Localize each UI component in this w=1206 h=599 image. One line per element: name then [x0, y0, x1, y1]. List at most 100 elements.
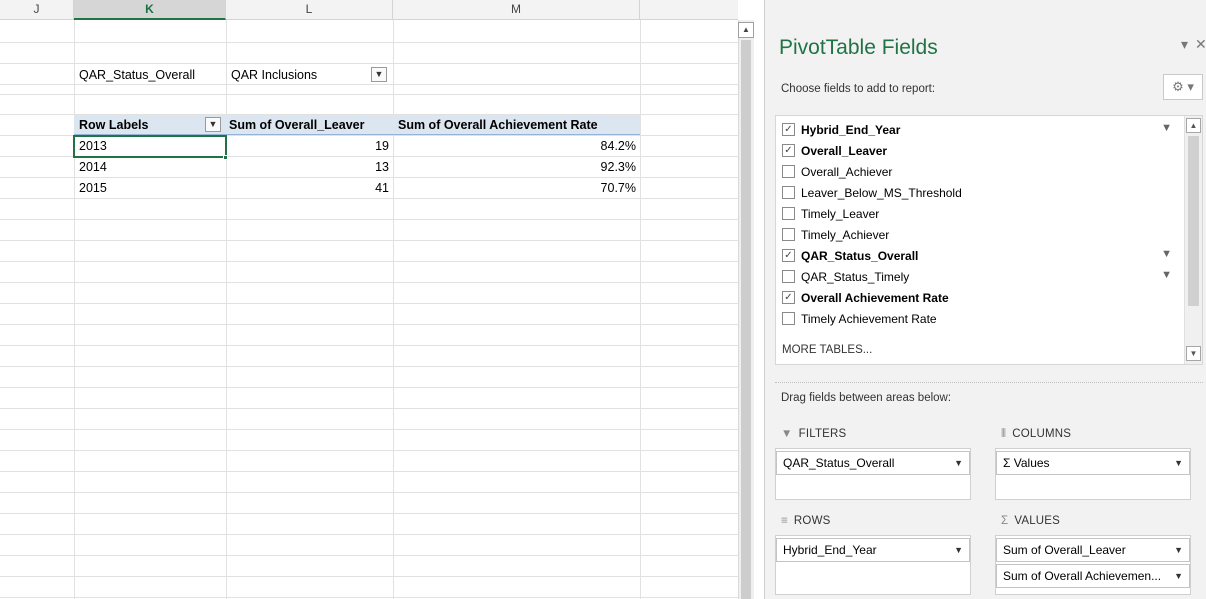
gridline — [0, 240, 738, 241]
gridline — [0, 366, 738, 367]
field-item[interactable]: Timely_Leaver — [782, 204, 879, 224]
field-item[interactable]: ✓ QAR_Status_Overall — [782, 246, 918, 266]
pivot-cell-leaver[interactable]: 41 — [226, 179, 393, 198]
scroll-up-icon[interactable]: ▲ — [738, 22, 754, 38]
columns-area-item[interactable]: Σ Values ▼ — [996, 451, 1190, 475]
filter-icon: ▼ — [1161, 269, 1172, 281]
dropdown-arrow-icon[interactable]: ▼ — [954, 452, 963, 474]
pivot-cell-rate[interactable]: 92.3% — [393, 158, 640, 177]
filters-area[interactable]: QAR_Status_Overall ▼ — [775, 448, 971, 500]
field-list-scrollbar[interactable]: ▲ ▼ — [1184, 116, 1202, 364]
values-area-item[interactable]: Sum of Overall Achievemen... ▼ — [996, 564, 1190, 588]
pivot-filter-field[interactable]: QAR_Status_Overall — [74, 66, 226, 85]
gridline — [0, 345, 738, 346]
values-area-item[interactable]: Sum of Overall_Leaver ▼ — [996, 538, 1190, 562]
pivot-cell-leaver[interactable]: 13 — [226, 158, 393, 177]
gridline — [0, 450, 738, 451]
scroll-down-icon[interactable]: ▼ — [1186, 346, 1201, 361]
pane-options-chevron-icon[interactable]: ▾ — [1181, 36, 1188, 53]
field-list-scroll-thumb[interactable] — [1188, 136, 1199, 306]
close-icon[interactable]: ✕ — [1195, 36, 1206, 53]
pivot-cell-rate[interactable]: 84.2% — [393, 137, 640, 156]
dropdown-arrow-icon[interactable]: ▼ — [1174, 539, 1183, 561]
column-header-j[interactable]: J — [0, 0, 74, 20]
gridline — [0, 261, 738, 262]
field-label: Hybrid_End_Year — [801, 123, 901, 137]
gridline — [0, 94, 738, 95]
columns-area[interactable]: Σ Values ▼ — [995, 448, 1191, 500]
field-label: Overall Achievement Rate — [801, 291, 949, 305]
scroll-up-icon[interactable]: ▲ — [1186, 118, 1201, 133]
spreadsheet-grid[interactable]: J K L M QAR_Status_Overall QAR Inclusion… — [0, 0, 738, 599]
checkbox-icon[interactable] — [782, 207, 795, 221]
rows-area-item[interactable]: Hybrid_End_Year ▼ — [776, 538, 970, 562]
pivot-fields-pane: PivotTable Fields ▾ ✕ Choose fields to a… — [764, 0, 1206, 599]
field-label: QAR_Status_Overall — [801, 249, 919, 263]
pane-title: PivotTable Fields — [779, 36, 938, 59]
pivot-filter-dropdown-icon[interactable]: ▼ — [371, 67, 387, 82]
pivot-col-header-rate[interactable]: Sum of Overall Achievement Rate — [398, 116, 638, 135]
checkbox-icon[interactable] — [782, 228, 795, 242]
checkbox-icon[interactable] — [782, 312, 795, 326]
field-label: QAR_Status_Timely — [801, 270, 910, 284]
gridline — [0, 63, 738, 64]
row-labels-filter-icon[interactable]: ▼ — [205, 117, 221, 132]
checkbox-checked-icon[interactable]: ✓ — [782, 291, 795, 305]
gridline — [0, 429, 738, 430]
fill-handle[interactable] — [223, 155, 228, 160]
drag-instructions: Drag fields between areas below: — [781, 392, 952, 404]
pivot-row-labels-header[interactable]: Row Labels — [74, 116, 204, 135]
field-item[interactable]: ✓ Hybrid_End_Year — [782, 120, 900, 140]
column-header-m[interactable]: M — [393, 0, 640, 20]
column-header-n[interactable] — [640, 0, 738, 20]
field-item[interactable]: Overall_Achiever — [782, 162, 892, 182]
field-item[interactable]: Timely_Achiever — [782, 225, 889, 245]
checkbox-checked-icon[interactable]: ✓ — [782, 123, 795, 137]
pivot-filter-value[interactable]: QAR Inclusions — [226, 66, 366, 85]
dropdown-arrow-icon[interactable]: ▼ — [954, 539, 963, 561]
checkbox-icon[interactable] — [782, 165, 795, 179]
gridline — [0, 576, 738, 577]
gridline — [0, 324, 738, 325]
gridline — [0, 198, 738, 199]
filter-icon: ▼ — [1161, 248, 1172, 260]
values-area-title: Σ VALUES — [1001, 515, 1061, 527]
rows-area[interactable]: Hybrid_End_Year ▼ — [775, 535, 971, 595]
field-item[interactable]: QAR_Status_Timely — [782, 267, 909, 287]
gridline — [0, 492, 738, 493]
gear-icon[interactable]: ⚙ ▾ — [1163, 74, 1203, 100]
pivot-cell-rate[interactable]: 70.7% — [393, 179, 640, 198]
filters-area-item[interactable]: QAR_Status_Overall ▼ — [776, 451, 970, 475]
columns-area-title: ⦀ COLUMNS — [1001, 428, 1072, 440]
field-list[interactable]: ✓ Hybrid_End_Year ▼ ✓ Overall_Leaver Overall_… — [775, 115, 1203, 365]
column-header-l[interactable]: L — [226, 0, 393, 20]
filters-area-title: ▼ FILTERS — [781, 428, 847, 440]
field-item[interactable]: ✓ Overall Achievement Rate — [782, 288, 949, 308]
divider — [775, 382, 1203, 383]
checkbox-icon[interactable] — [782, 186, 795, 200]
field-item[interactable]: Timely Achievement Rate — [782, 309, 937, 329]
pivot-col-header-leaver[interactable]: Sum of Overall_Leaver — [227, 116, 392, 135]
filter-icon: ▼ — [1161, 122, 1172, 134]
checkbox-checked-icon[interactable]: ✓ — [782, 144, 795, 158]
sheet-scrollbar-thumb[interactable] — [741, 40, 751, 599]
values-area[interactable]: Sum of Overall_Leaver ▼ Sum of Overall Ac… — [995, 535, 1191, 595]
gridline — [0, 177, 738, 178]
rows-area-title: ≡ ROWS — [781, 515, 831, 527]
field-item[interactable]: ✓ Overall_Leaver — [782, 141, 887, 161]
field-item[interactable]: Leaver_Below_MS_Threshold — [782, 183, 962, 203]
field-label: Overall_Achiever — [801, 165, 893, 179]
field-label: Overall_Leaver — [801, 144, 888, 158]
more-tables-link[interactable]: MORE TABLES... — [782, 344, 872, 356]
dropdown-arrow-icon[interactable]: ▼ — [1174, 452, 1183, 474]
checkbox-checked-icon[interactable]: ✓ — [782, 249, 795, 263]
pivot-cell-leaver[interactable]: 19 — [226, 137, 393, 156]
gridline — [0, 513, 738, 514]
pivot-row-label[interactable]: 2014 — [74, 158, 226, 177]
columns-icon: ⦀ — [1001, 428, 1007, 440]
checkbox-icon[interactable] — [782, 270, 795, 284]
dropdown-arrow-icon[interactable]: ▼ — [1174, 565, 1183, 587]
pivot-row-label[interactable]: 2015 — [74, 179, 226, 198]
column-header-row: J K L M — [0, 0, 738, 20]
column-header-k[interactable]: K — [74, 0, 226, 20]
